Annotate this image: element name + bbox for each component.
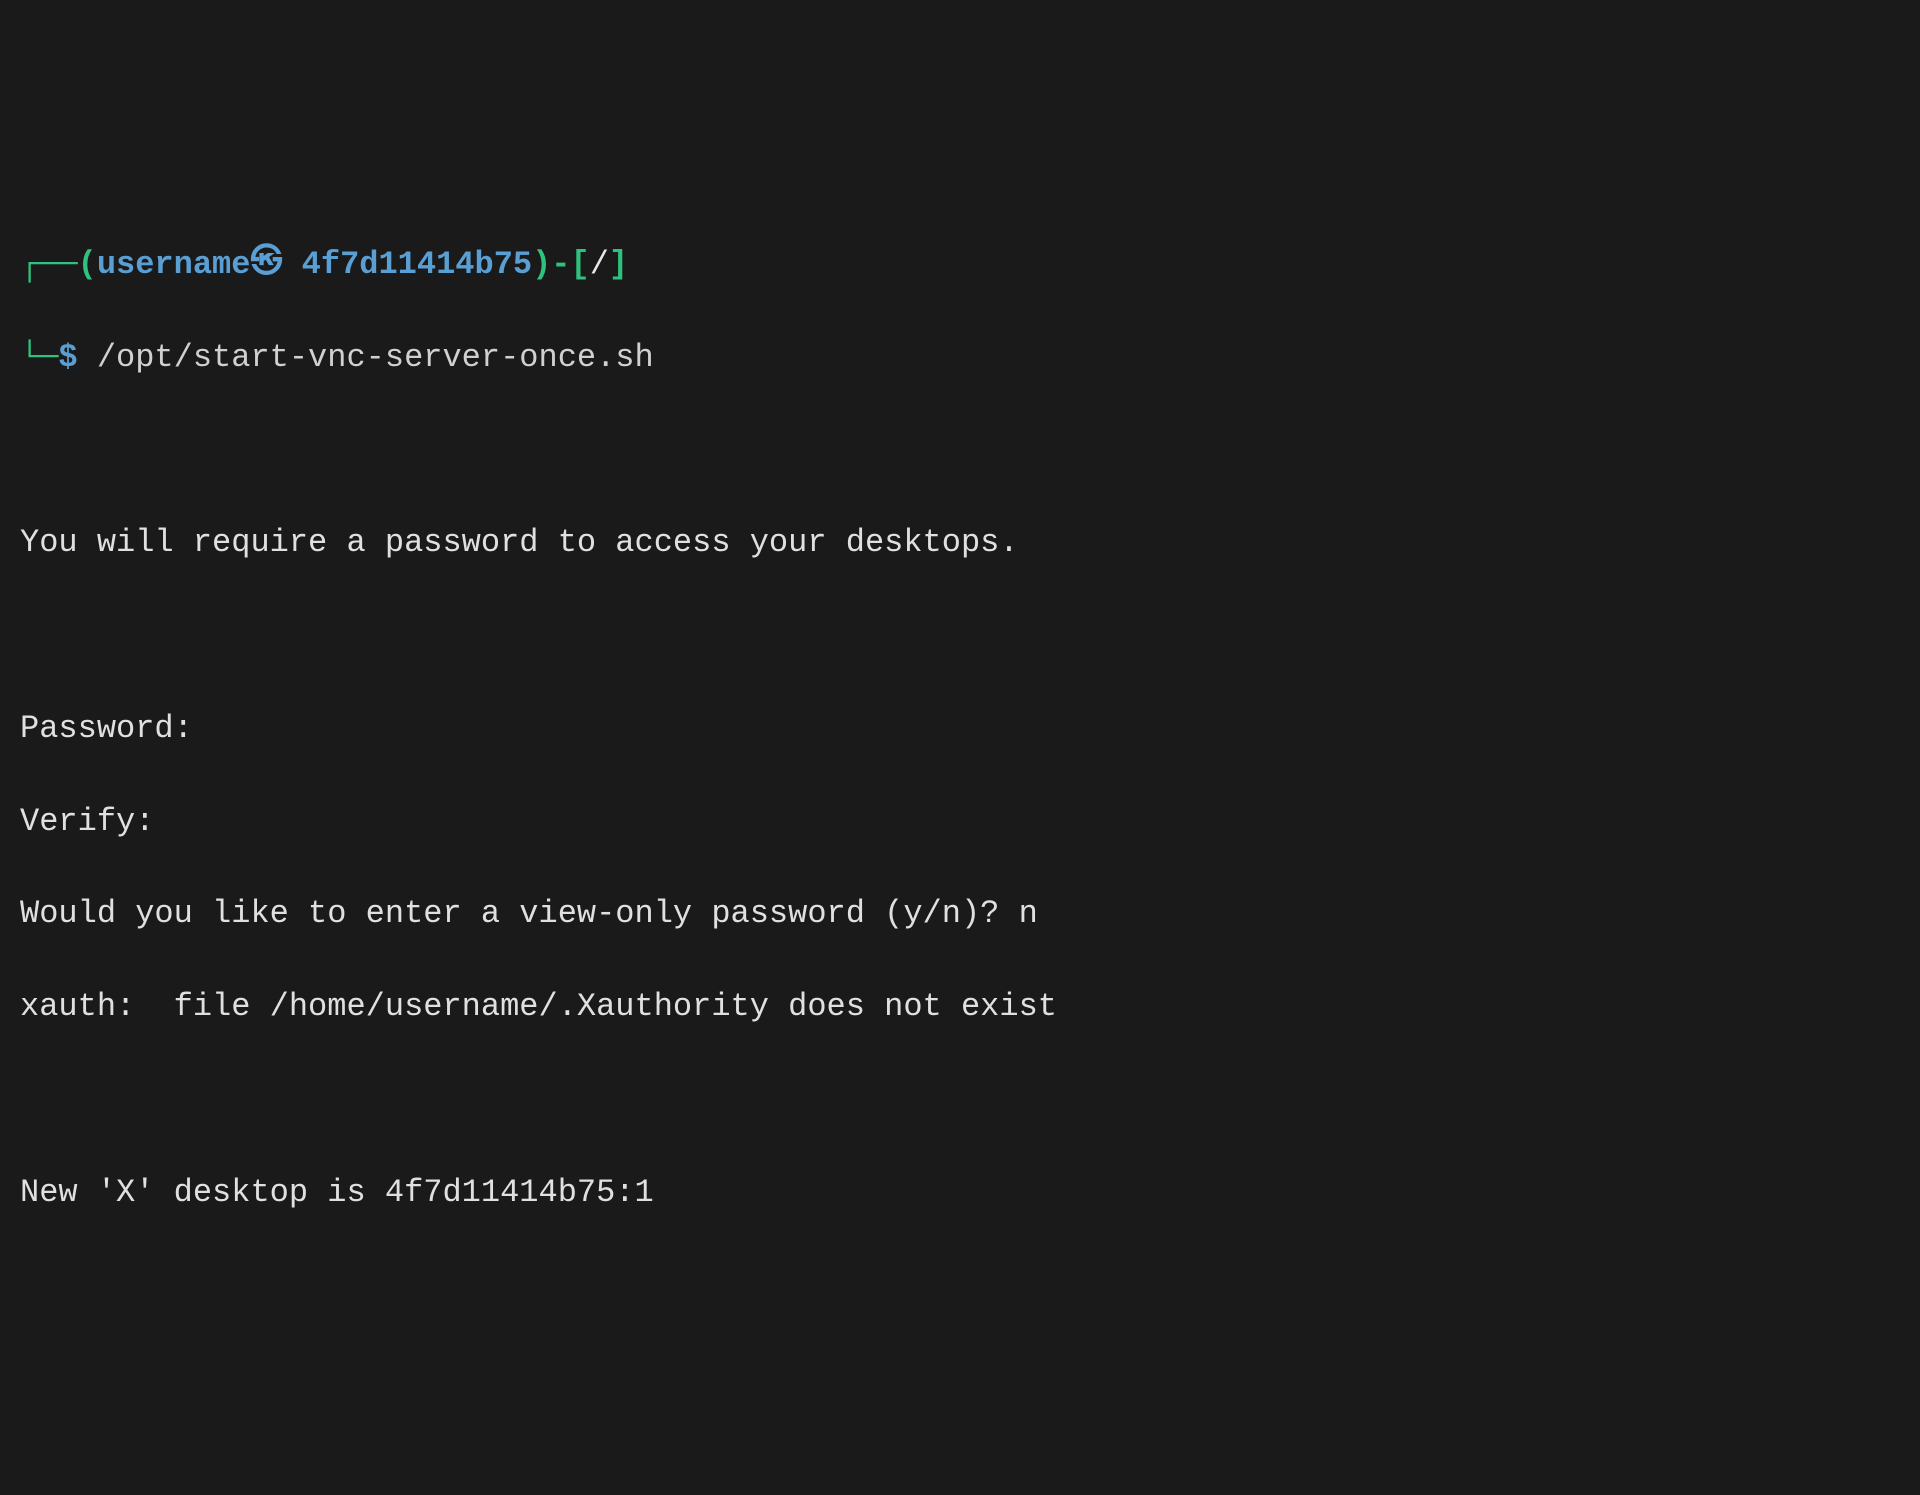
prompt-hostname: 4f7d11414b75	[302, 242, 532, 288]
prompt-username: username	[97, 242, 251, 288]
prompt-sep	[282, 242, 301, 288]
output-verify-prompt: Verify:	[20, 799, 1900, 845]
prompt-box-top: ┌──	[20, 242, 78, 288]
prompt-paren-close: )	[532, 242, 551, 288]
prompt-line-2: └─$ /opt/start-vnc-server-once.sh	[20, 335, 1900, 381]
output-require-password: You will require a password to access yo…	[20, 520, 1900, 566]
blank-line	[20, 1077, 1900, 1123]
prompt-dash: -	[551, 242, 570, 288]
prompt-line-1: ┌──(username㉿ 4f7d11414b75)-[/]	[20, 242, 1900, 288]
command-text: /opt/start-vnc-server-once.sh	[97, 335, 654, 381]
output-password-prompt: Password:	[20, 706, 1900, 752]
viewonly-answer: n	[1019, 895, 1038, 932]
viewonly-question: Would you like to enter a view-only pass…	[20, 895, 1019, 932]
prompt-bracket-open: [	[571, 242, 590, 288]
blank-line	[20, 613, 1900, 659]
kali-badge-icon: ㉿	[250, 240, 282, 286]
prompt-path: /	[590, 242, 609, 288]
prompt-paren-open: (	[78, 242, 97, 288]
output-viewonly-prompt: Would you like to enter a view-only pass…	[20, 891, 1900, 937]
prompt-box-bottom: └─	[20, 335, 58, 381]
output-new-desktop: New 'X' desktop is 4f7d11414b75:1	[20, 1170, 1900, 1216]
prompt-dollar: $	[58, 335, 77, 381]
terminal-output[interactable]: ┌──(username㉿ 4f7d11414b75)-[/] └─$ /opt…	[20, 196, 1900, 1263]
output-xauth-warning: xauth: file /home/username/.Xauthority d…	[20, 984, 1900, 1030]
prompt-space	[78, 335, 97, 381]
prompt-bracket-close: ]	[609, 242, 628, 288]
blank-line	[20, 428, 1900, 474]
